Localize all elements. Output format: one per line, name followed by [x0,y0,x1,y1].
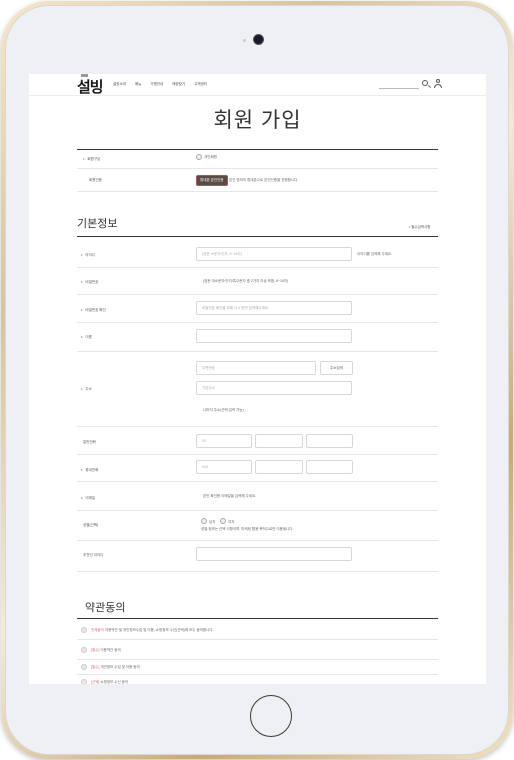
id-label: 아이디 [81,252,95,258]
zipcode-input[interactable]: 우편번호 [196,361,316,375]
divider [77,481,438,482]
terms-title: 약관동의 [85,602,126,614]
divider [77,267,438,268]
agree-privacy-row[interactable]: [필수] 개인정보 수집 및 이용 동의 [81,664,140,670]
site-header: 설빙 설빙소개 메뉴 가맹안내 매장찾기 고객센터 [29,74,486,96]
address1-input[interactable]: 기본주소 [196,381,352,395]
name-label: 이름 [81,334,91,340]
agree-all-text: 전체동의 이용약관 및 개인정보수집 및 이용, 쇼핑정보 수신(선택)에 모두… [91,627,214,632]
divider [77,618,438,619]
nav-item-stores[interactable]: 매장찾기 [172,82,185,87]
mobile-last-input[interactable] [306,460,353,474]
divider [77,168,438,169]
email-hint: 본인 확인용 이메일을 입력해 주세요. [203,494,257,498]
phone-auth-button[interactable]: 휴대폰 본인인증 [197,176,227,185]
referrer-input[interactable] [196,547,352,561]
device-screen: 설빙 설빙소개 메뉴 가맹안내 매장찾기 고객센터 회원 가입 회원구분 개인회… [29,74,486,684]
landline-last-input[interactable] [306,434,353,448]
address-search-button[interactable]: 주소검색 [320,361,353,375]
password-confirm-label: 비밀번호 확인 [81,307,105,313]
divider [77,426,438,427]
basic-info-title: 기본정보 [77,218,118,230]
divider [77,454,438,455]
email-label: 이메일 [81,495,95,501]
password-confirm-input[interactable]: 비밀번호 확인을 위해 다시 한번 입력해주세요. [196,301,352,315]
front-camera [254,35,263,44]
id-input[interactable]: (영문 소문자/숫자, 4~16자) [196,247,352,261]
divider [77,510,438,511]
landline-label: 일반전화 [83,440,96,444]
agree-terms-checkbox[interactable] [81,647,87,653]
site-logo[interactable]: 설빙 [77,76,104,97]
id-hint: 아이디를 입력해 주세요. [357,252,393,256]
nav-item-support[interactable]: 고객센터 [194,82,207,87]
user-icon[interactable] [434,79,442,88]
landline-middle-input[interactable] [255,434,303,448]
search-input[interactable] [379,88,419,89]
member-type-option: 개인회원 [204,155,217,159]
agree-marketing-checkbox[interactable] [81,679,87,684]
divider [77,540,438,541]
gender-hint: 성별 정보는 선택 사항이며, 마케팅 활용 목적으로만 이용됩니다. [201,527,294,531]
page-title: 회원 가입 [213,109,302,132]
member-type-label: 회원구분 [83,156,100,162]
nav-item-franchise[interactable]: 가맹안내 [150,82,163,87]
auth-note: 본인 명의의 휴대폰으로 본인인증을 진행합니다. [229,178,299,182]
landline-prefix-input[interactable]: 02 [196,434,252,448]
nav-item-about[interactable]: 설빙소개 [113,82,126,87]
gender-male-label: 남자 [209,520,216,524]
agree-marketing-text: [선택] 쇼핑정보 수신 동의 [91,679,129,684]
divider [77,659,438,660]
agree-all-checkbox[interactable] [81,627,87,633]
divider [77,294,438,295]
divider [77,149,438,150]
name-input[interactable] [196,329,352,343]
mobile-label: 휴대전화 [81,467,98,473]
mobile-middle-input[interactable] [255,460,303,474]
member-auth-label: 회원인증 [89,178,102,182]
gender-female-radio[interactable] [220,518,226,524]
divider [77,639,438,640]
main-nav: 설빙소개 메뉴 가맹안내 매장찾기 고객센터 [113,82,207,87]
gender-female-label: 여자 [228,520,235,524]
gender-male-radio[interactable] [201,518,207,524]
home-button[interactable] [250,695,292,737]
agree-marketing-row[interactable]: [선택] 쇼핑정보 수신 동의 [81,679,128,684]
agree-privacy-text: [필수] 개인정보 수집 및 이용 동의 [91,664,140,669]
agree-privacy-checkbox[interactable] [81,664,87,670]
agree-all-row[interactable]: 전체동의 이용약관 및 개인정보수집 및 이용, 쇼핑정보 수신(선택)에 모두… [81,627,214,633]
gender-label: 성별(선택) [83,523,99,527]
search-icon[interactable] [422,80,428,86]
nav-item-menu[interactable]: 메뉴 [135,82,141,87]
password-hint: (영문 대소문자/숫자/특수문자 중 2가지 이상 조합, 8~16자) [203,279,289,283]
divider [77,571,438,572]
divider [77,322,438,323]
referrer-label: 추천인 아이디 [83,553,104,557]
address-label: 주소 [81,386,91,392]
agree-terms-text: [필수] 이용약관 동의 [91,647,121,652]
divider [77,191,438,192]
agree-terms-row[interactable]: [필수] 이용약관 동의 [81,647,121,653]
sensor-dot [243,39,246,42]
divider [77,236,438,237]
required-note: • 필수입력사항 [409,225,431,229]
member-type-radio[interactable] [196,154,202,160]
password-label: 비밀번호 [81,279,98,285]
address2-hint: 나머지 주소(선택 입력 가능) [203,408,244,412]
mobile-prefix-input[interactable]: 010 [196,460,252,474]
divider [77,674,438,675]
divider [77,351,438,352]
